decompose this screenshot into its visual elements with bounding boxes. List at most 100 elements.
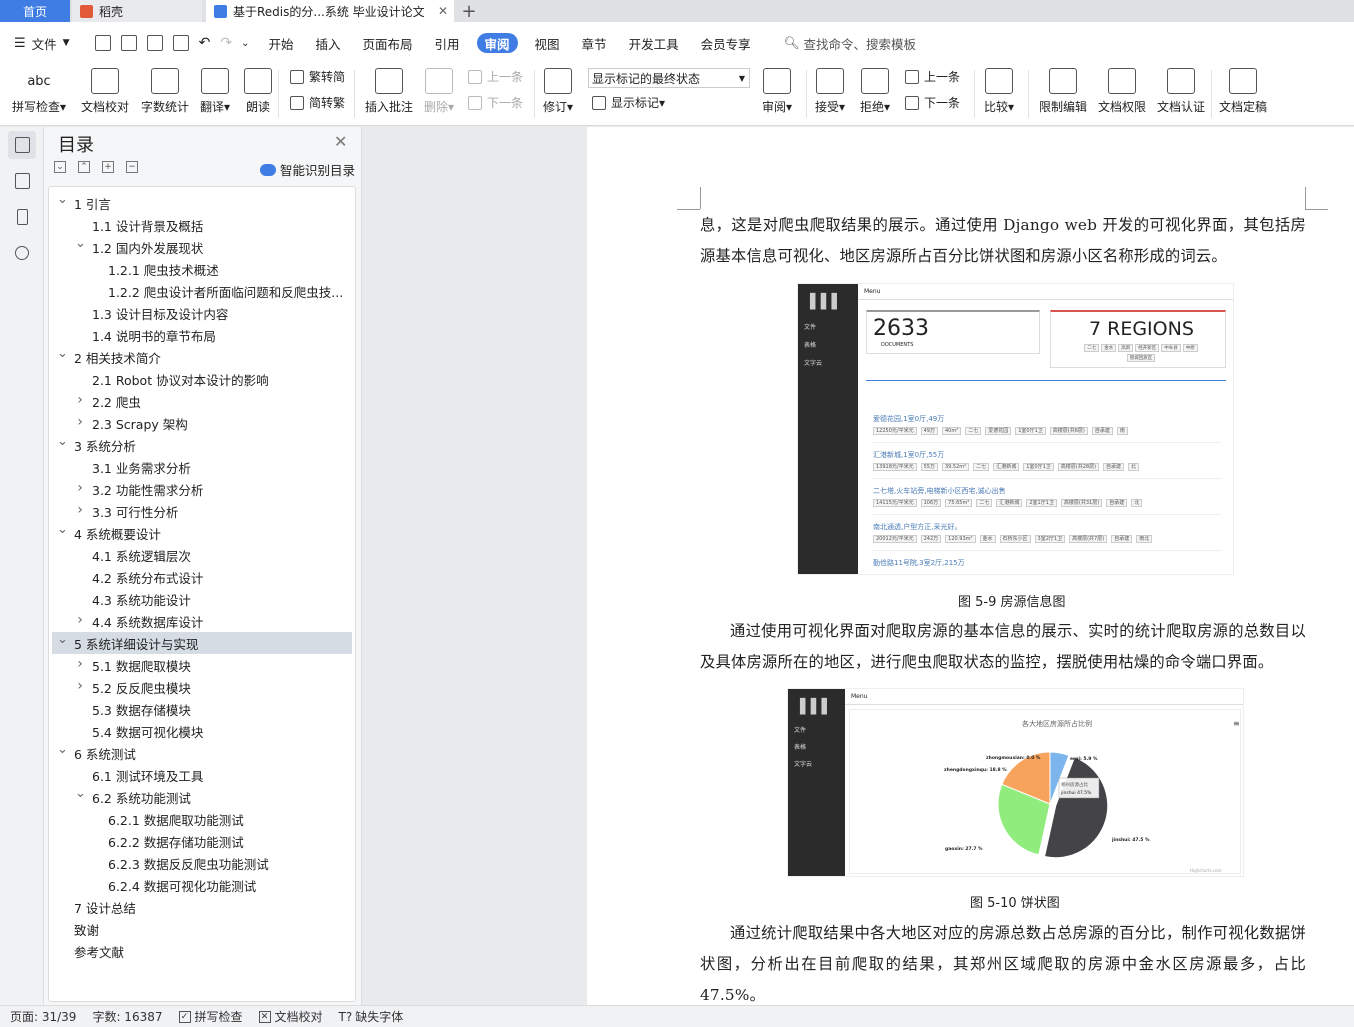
tab-home[interactable]: 首页	[0, 0, 70, 22]
toc-item[interactable]: 4.1 系统逻辑层次	[52, 544, 352, 566]
menu-tab-1[interactable]: 插入	[304, 33, 351, 53]
toc-rail-button[interactable]	[8, 131, 36, 159]
restrict-edit-button[interactable]: 限制编辑	[1039, 68, 1087, 115]
menu-tab-4[interactable]: 审阅	[476, 33, 518, 53]
print-icon[interactable]	[146, 35, 163, 51]
insert-comment-button[interactable]: 插入批注	[365, 68, 413, 115]
navigation-rail-button[interactable]	[8, 167, 36, 195]
doc-cert-button[interactable]: 文档认证	[1157, 68, 1205, 115]
toc-item[interactable]: 2.1 Robot 协议对本设计的影响	[52, 368, 352, 390]
spell-check-status[interactable]: ✓ 拼写检查	[178, 1008, 243, 1025]
toc-item[interactable]: 6.1 测试环境及工具	[52, 764, 352, 786]
toc-item[interactable]: › 5.2 反反爬虫模块	[52, 676, 352, 698]
translate-button[interactable]: 翻译▾	[200, 68, 230, 115]
chevron-down-icon[interactable]: ⌄	[57, 742, 68, 757]
smart-toc-button[interactable]: 智能识别目录	[260, 160, 355, 179]
export-icon[interactable]	[120, 35, 137, 51]
remove-heading-icon[interactable]: −	[126, 161, 138, 173]
command-search[interactable]: 🔍︎ 查找命令、搜索模板	[784, 34, 916, 53]
chart-menu-icon[interactable]: ≡	[1233, 719, 1240, 728]
toc-item[interactable]: 6.2.3 数据反反爬虫功能测试	[52, 852, 352, 874]
toc-item[interactable]: 1.4 说明书的章节布局	[52, 324, 352, 346]
chevron-down-icon[interactable]: ⌄	[57, 192, 68, 207]
toc-item[interactable]: ⌄ 3 系统分析	[52, 434, 352, 456]
next-comment-button[interactable]: 下一条	[468, 94, 523, 111]
doc-proof-button[interactable]: 文档校对	[81, 68, 129, 115]
compare-button[interactable]: 比较▾	[984, 68, 1014, 115]
listing-title[interactable]: 南北通透,户型方正,采光好。	[873, 522, 961, 532]
chevron-right-icon[interactable]: ›	[75, 392, 85, 408]
toc-item[interactable]: › 2.3 Scrapy 架构	[52, 412, 352, 434]
doc-permission-button[interactable]: 文档权限	[1098, 68, 1146, 115]
toc-item[interactable]: 4.3 系统功能设计	[52, 588, 352, 610]
chevron-right-icon[interactable]: ›	[75, 480, 85, 496]
doc-proof-status[interactable]: ✕ 文档校对	[258, 1008, 323, 1025]
review-button[interactable]: 审阅▾	[762, 68, 792, 115]
show-markup-button[interactable]: 显示标记▾	[592, 94, 665, 111]
collapse-all-icon[interactable]: ⌄	[54, 161, 66, 173]
toc-item[interactable]: › 2.2 爬虫	[52, 390, 352, 412]
toc-item[interactable]: ⌄ 4 系统概要设计	[52, 522, 352, 544]
listing-title[interactable]: 勤俭路11号院,3室2厅,215万	[873, 558, 965, 568]
missing-font-status[interactable]: T? 缺失字体	[339, 1008, 404, 1025]
toc-item[interactable]: ⌄ 1.2 国内外发展现状	[52, 236, 352, 258]
toc-item[interactable]: ⌄ 5 系统详细设计与实现	[52, 632, 352, 654]
toc-item[interactable]: 5.4 数据可视化模块	[52, 720, 352, 742]
chevron-down-icon[interactable]: ⌄	[57, 434, 68, 449]
toc-item[interactable]: 6.2.2 数据存储功能测试	[52, 830, 352, 852]
reject-button[interactable]: 拒绝▾	[860, 68, 890, 115]
document-page[interactable]: 息，这是对爬虫爬取结果的展示。通过使用 Django web 开发的可视化界面，…	[587, 127, 1354, 1005]
toc-item[interactable]: 致谢	[52, 918, 352, 940]
toc-item[interactable]: › 5.1 数据爬取模块	[52, 654, 352, 676]
quick-access-chevron-icon[interactable]: ⌄	[241, 38, 249, 49]
simplified-to-traditional-button[interactable]: 简转繁	[290, 94, 345, 111]
delete-comment-button[interactable]: 删除▾	[424, 68, 454, 115]
save-icon[interactable]	[94, 35, 111, 51]
bookmark-rail-button[interactable]	[8, 203, 36, 231]
toc-item[interactable]: 7 设计总结	[52, 896, 352, 918]
next-change-button[interactable]: 下一条	[905, 94, 960, 111]
toc-item[interactable]: ⌄ 2 相关技术简介	[52, 346, 352, 368]
toc-item[interactable]: 1.3 设计目标及设计内容	[52, 302, 352, 324]
toc-item[interactable]: 4.2 系统分布式设计	[52, 566, 352, 588]
toc-item[interactable]: 1.2.2 爬虫设计者所面临问题和反爬虫技...	[52, 280, 352, 302]
expand-up-icon[interactable]: ⌃	[78, 161, 90, 173]
add-heading-icon[interactable]: +	[102, 161, 114, 173]
spell-check-button[interactable]: abc 拼写检查▾	[12, 68, 66, 115]
listing-title[interactable]: 二七塔,火车站旁,电梯新小区西宅,诚心出售	[873, 486, 1006, 496]
toc-item[interactable]: 6.2.4 数据可视化功能测试	[52, 874, 352, 896]
prev-change-button[interactable]: 上一条	[905, 68, 960, 85]
toc-item[interactable]: ⌄ 1 引言	[52, 192, 352, 214]
toc-item[interactable]: 6.2.1 数据爬取功能测试	[52, 808, 352, 830]
toc-item[interactable]: ⌄ 6.2 系统功能测试	[52, 786, 352, 808]
chevron-right-icon[interactable]: ›	[75, 612, 85, 628]
toc-item[interactable]: › 3.3 可行性分析	[52, 500, 352, 522]
toc-item[interactable]: 参考文献	[52, 940, 352, 962]
markup-state-select[interactable]: 显示标记的最终状态 ▼	[588, 68, 750, 88]
file-menu[interactable]: ☰ 文件 ▼	[0, 33, 81, 53]
search-rail-button[interactable]	[8, 239, 36, 267]
menu-tab-3[interactable]: 引用	[424, 33, 471, 53]
tab-daoke[interactable]: 稻壳	[72, 0, 202, 22]
chevron-right-icon[interactable]: ›	[75, 678, 85, 694]
menu-tab-7[interactable]: 开发工具	[618, 33, 690, 53]
close-icon[interactable]: ✕	[334, 132, 347, 151]
prev-comment-button[interactable]: 上一条	[468, 68, 523, 85]
toc-item[interactable]: 1.2.1 爬虫技术概述	[52, 258, 352, 280]
redo-icon[interactable]: ↷	[220, 35, 232, 51]
menu-tab-2[interactable]: 页面布局	[351, 33, 423, 53]
chevron-down-icon[interactable]: ⌄	[57, 346, 68, 361]
chevron-down-icon[interactable]: ⌄	[75, 236, 86, 251]
traditional-to-simplified-button[interactable]: 繁转简	[290, 68, 345, 85]
menu-tab-0[interactable]: 开始	[257, 33, 304, 53]
read-aloud-button[interactable]: 朗读	[244, 68, 272, 115]
word-count-indicator[interactable]: 字数: 16387	[92, 1008, 162, 1025]
chevron-down-icon[interactable]: ⌄	[57, 632, 68, 647]
menu-tab-8[interactable]: 会员专享	[690, 33, 762, 53]
new-tab-button[interactable]: +	[454, 0, 484, 22]
accept-button[interactable]: 接受▾	[815, 68, 845, 115]
menu-tab-6[interactable]: 章节	[571, 33, 618, 53]
doc-final-button[interactable]: 文档定稿	[1219, 68, 1267, 115]
page-indicator[interactable]: 页面: 31/39	[10, 1008, 76, 1025]
chevron-right-icon[interactable]: ›	[75, 502, 85, 518]
